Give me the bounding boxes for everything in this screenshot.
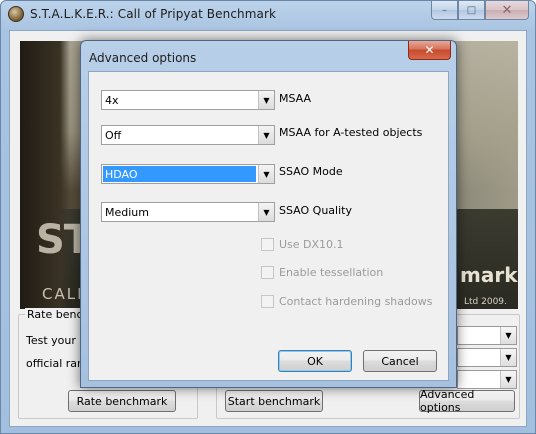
contact-hardening-shadows-label: Contact hardening shadows	[279, 295, 433, 308]
app-icon	[8, 6, 24, 22]
dialog-client-area: 4x ▼ MSAA Off ▼ MSAA for A-tested object…	[88, 71, 449, 381]
dialog-close-button[interactable]: ✕	[408, 41, 451, 60]
msaa-a-tested-select[interactable]: Off ▼	[101, 125, 275, 145]
maximize-button[interactable]: □	[458, 1, 485, 20]
banner-logo-right: mark	[460, 263, 518, 287]
benchmark-select-3[interactable]: ▼	[457, 370, 517, 389]
chevron-down-icon: ▼	[258, 203, 274, 221]
msaa-label: MSAA	[279, 92, 312, 105]
banner-tree	[20, 41, 70, 309]
chevron-down-icon: ▼	[500, 349, 516, 366]
caption-buttons: – □ ✕	[431, 1, 529, 20]
window-title: S.T.A.L.K.E.R.: Call of Pripyat Benchmar…	[30, 7, 277, 21]
ssao-mode-select[interactable]: HDAO ▼	[101, 164, 275, 184]
chevron-down-icon: ▼	[258, 165, 274, 183]
msaa-a-tested-label: MSAA for A-tested objects	[279, 126, 423, 139]
msaa-a-tested-value: Off	[105, 129, 122, 142]
cancel-button[interactable]: Cancel	[363, 350, 437, 372]
ssao-quality-value: Medium	[105, 206, 149, 219]
chevron-down-icon: ▼	[500, 327, 516, 344]
use-dx101-label: Use DX10.1	[279, 238, 344, 251]
chevron-down-icon: ▼	[258, 126, 274, 144]
enable-tessellation-label: Enable tessellation	[279, 266, 384, 279]
close-button[interactable]: ✕	[485, 1, 529, 20]
advanced-options-dialog: Advanced options ✕ 4x ▼ MSAA Off ▼ MSAA …	[80, 40, 457, 388]
msaa-value: 4x	[105, 94, 119, 107]
start-benchmark-button[interactable]: Start benchmark	[225, 390, 323, 412]
checkbox-box[interactable]	[261, 238, 274, 251]
ssao-mode-label: SSAO Mode	[279, 165, 343, 178]
dialog-title: Advanced options	[89, 51, 197, 65]
use-dx101-checkbox[interactable]: Use DX10.1	[261, 238, 344, 251]
benchmark-select-1[interactable]: ▼	[457, 326, 517, 345]
chevron-down-icon: ▼	[258, 91, 274, 109]
benchmark-select-2[interactable]: ▼	[457, 348, 517, 367]
advanced-options-button[interactable]: Advanced options	[419, 388, 515, 414]
enable-tessellation-checkbox[interactable]: Enable tessellation	[261, 266, 383, 279]
rate-benchmark-button[interactable]: Rate benchmark	[68, 390, 176, 412]
checkbox-box[interactable]	[261, 295, 274, 308]
chevron-down-icon: ▼	[500, 371, 516, 388]
ssao-quality-select[interactable]: Medium ▼	[101, 202, 275, 222]
rate-group-line-1: Test your s	[26, 334, 86, 347]
ssao-mode-value: HDAO	[103, 166, 256, 182]
msaa-select[interactable]: 4x ▼	[101, 90, 275, 110]
ssao-quality-label: SSAO Quality	[279, 204, 352, 217]
minimize-button[interactable]: –	[431, 1, 458, 20]
banner-copyright: Ltd 2009.	[464, 297, 507, 307]
contact-hardening-shadows-checkbox[interactable]: Contact hardening shadows	[261, 295, 432, 308]
ok-button[interactable]: OK	[278, 350, 352, 372]
checkbox-box[interactable]	[261, 266, 274, 279]
